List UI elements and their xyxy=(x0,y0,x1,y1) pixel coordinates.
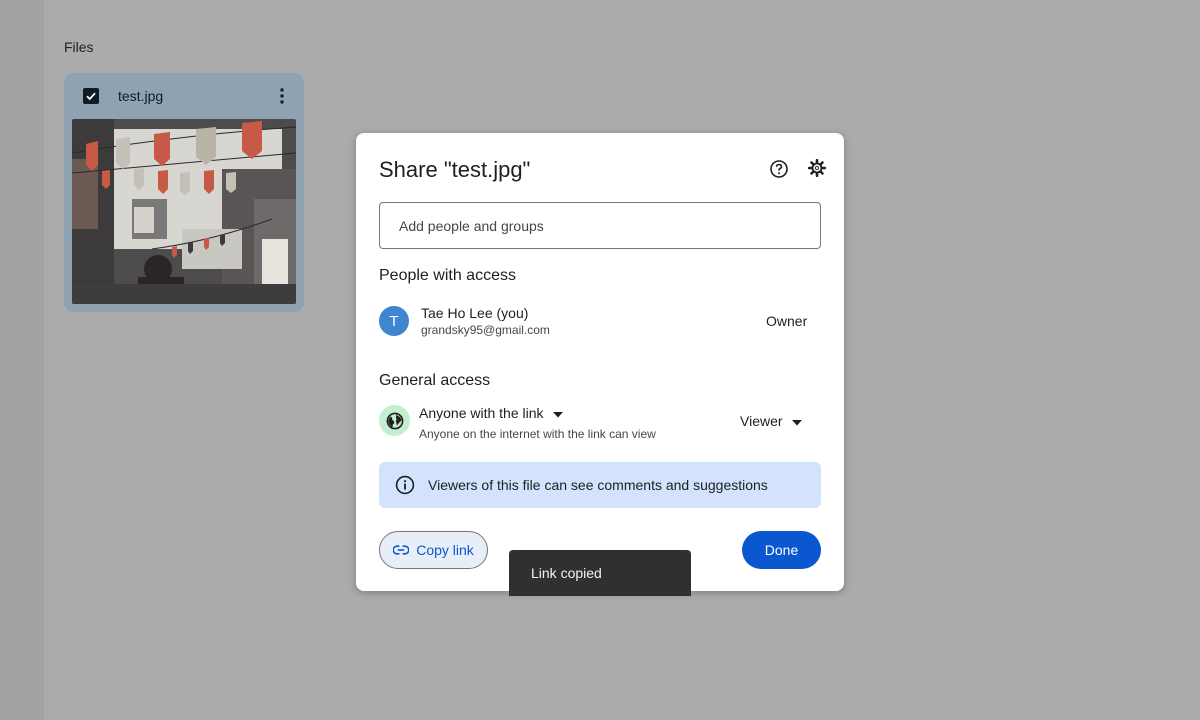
dropdown-arrow-icon xyxy=(791,413,802,429)
copy-link-label: Copy link xyxy=(416,542,474,558)
file-thumbnail xyxy=(72,119,296,304)
link-role-label: Viewer xyxy=(740,413,783,429)
general-access-option: Anyone with the link xyxy=(419,405,544,421)
dropdown-arrow-icon xyxy=(552,405,563,421)
toast-notification: Link copied xyxy=(509,550,691,596)
info-banner: Viewers of this file can see comments an… xyxy=(379,462,821,508)
file-name: test.jpg xyxy=(118,88,164,104)
general-access-heading: General access xyxy=(379,372,491,389)
globe-icon xyxy=(379,405,410,436)
avatar: T xyxy=(379,306,409,336)
settings-icon[interactable] xyxy=(806,157,828,179)
info-banner-text: Viewers of this file can see comments an… xyxy=(428,477,768,493)
done-button[interactable]: Done xyxy=(742,531,821,569)
help-icon[interactable] xyxy=(768,158,790,180)
link-icon xyxy=(392,542,410,558)
share-dialog: Share "test.jpg" People with access T Ta… xyxy=(356,133,844,591)
checkbox-checked-icon[interactable] xyxy=(83,88,99,104)
owner-role-label: Owner xyxy=(766,313,808,329)
link-role-dropdown[interactable]: Viewer xyxy=(740,411,802,431)
people-with-access-heading: People with access xyxy=(379,267,516,284)
dialog-title: Share "test.jpg" xyxy=(379,157,531,182)
copy-link-button[interactable]: Copy link xyxy=(379,531,488,569)
info-icon xyxy=(395,475,415,495)
more-vert-icon[interactable] xyxy=(274,85,290,107)
person-name: Tae Ho Lee (you) xyxy=(421,305,529,321)
general-access-dropdown[interactable]: Anyone with the link xyxy=(419,403,563,423)
general-access-description: Anyone on the internet with the link can… xyxy=(419,427,656,441)
person-email: grandsky95@gmail.com xyxy=(421,323,550,337)
add-people-input[interactable] xyxy=(379,202,821,249)
file-card[interactable]: test.jpg xyxy=(64,73,304,312)
files-heading: Files xyxy=(64,39,94,55)
left-rail xyxy=(0,0,44,720)
